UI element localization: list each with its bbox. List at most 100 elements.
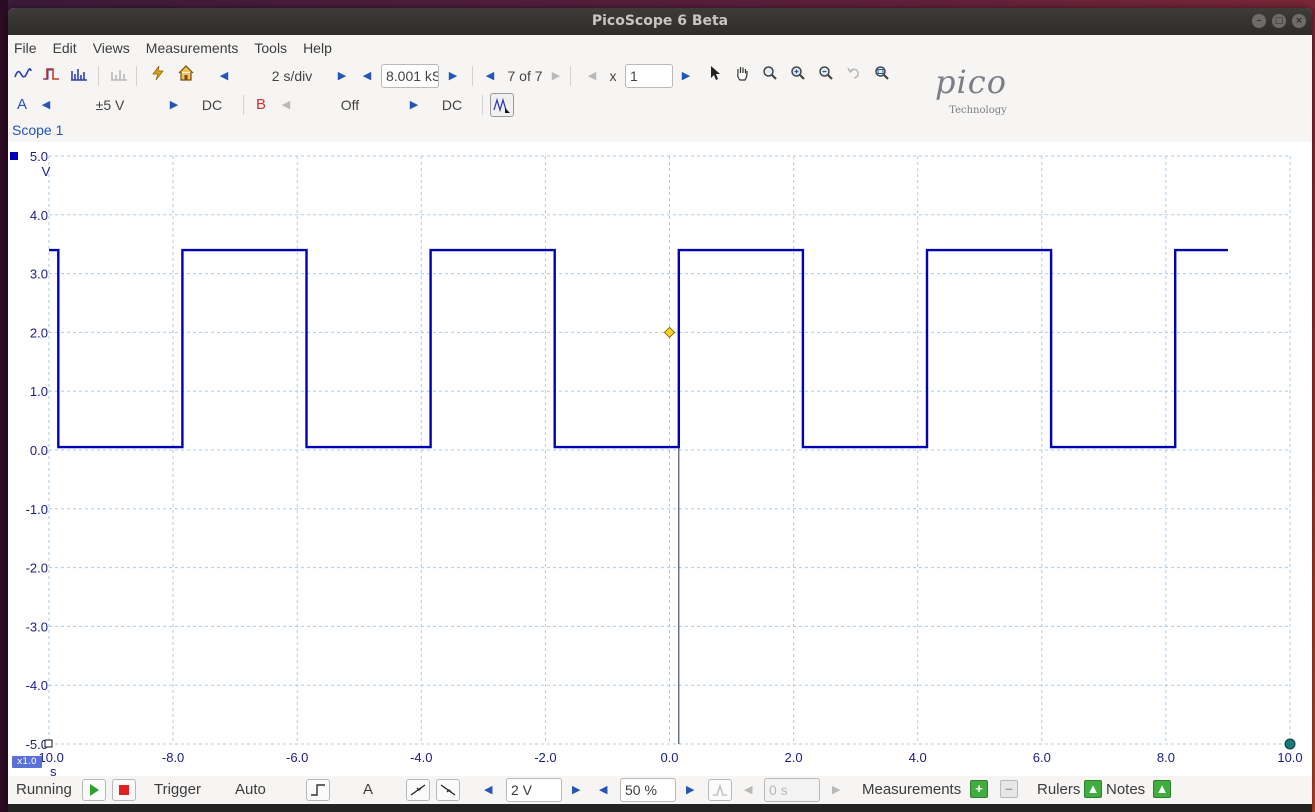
channel-a-axis-marker — [10, 152, 18, 160]
channel-a-range-decrease-icon[interactable]: ◀ — [38, 90, 54, 120]
close-icon[interactable]: × — [1292, 14, 1306, 28]
zoom-overview-icon[interactable] — [871, 61, 893, 91]
axis-zoom-badge[interactable]: x1.0 — [12, 756, 42, 768]
menu-tools[interactable]: Tools — [254, 40, 287, 56]
threshold-decrease-icon[interactable]: ◀ — [484, 776, 492, 804]
capture-index: 7 of 7 — [507, 68, 543, 84]
trigger-type-icon[interactable] — [306, 779, 330, 801]
background-editor-strip — [8, 804, 1312, 812]
timebase-select[interactable]: 2 s/div — [246, 61, 338, 91]
status-bar: Running Trigger Auto A ◀ 2 V ▶ ◀ 50 % ▶ … — [8, 776, 1312, 804]
add-measurement-icon[interactable]: + — [970, 780, 988, 798]
menu-help[interactable]: Help — [303, 40, 332, 56]
zoom-prev-icon[interactable]: ◀ — [584, 61, 600, 91]
zoom-next-icon[interactable]: ▶ — [678, 61, 694, 91]
channel-a-coupling-select[interactable]: DC — [195, 90, 229, 120]
menu-edit[interactable]: Edit — [53, 40, 77, 56]
channel-toolbar: A ◀ ±5 V ▶ DC B ◀ Off ▶ DC — [8, 90, 1312, 120]
window-controls: – □ × — [1252, 14, 1306, 28]
delay-increase-icon[interactable]: ▶ — [832, 776, 840, 804]
y-tick-label: -2.0 — [26, 561, 48, 576]
samples-increase-icon[interactable]: ▶ — [445, 61, 461, 91]
y-unit-label: V — [42, 164, 51, 179]
scope-mode-icon[interactable] — [12, 61, 34, 91]
pretrigger-decrease-icon[interactable]: ◀ — [599, 776, 607, 804]
home-icon[interactable] — [175, 61, 197, 91]
pretrigger-increase-icon[interactable]: ▶ — [686, 776, 694, 804]
notes-label: Notes — [1106, 781, 1146, 798]
falling-edge-icon[interactable] — [436, 779, 460, 801]
menu-measurements[interactable]: Measurements — [146, 40, 239, 56]
notes-toggle-icon[interactable]: ▲ — [1153, 780, 1171, 798]
run-state-label: Running — [16, 781, 72, 798]
pretrigger-input[interactable]: 50 % — [620, 778, 676, 802]
channel-b-range-increase-icon[interactable]: ▶ — [406, 90, 422, 120]
zoom-region-icon[interactable] — [759, 61, 781, 91]
y-tick-label: 1.0 — [30, 384, 48, 399]
y-tick-label: 5.0 — [30, 149, 48, 164]
capture-next-icon[interactable]: ▶ — [548, 61, 564, 91]
delay-decrease-icon[interactable]: ◀ — [744, 776, 752, 804]
persistence-mode-icon[interactable] — [40, 61, 62, 91]
pointer-tool-icon[interactable] — [704, 61, 726, 91]
trigger-mode-select[interactable]: Auto — [235, 776, 266, 804]
y-tick-label: 0.0 — [30, 443, 48, 458]
x-tick-label: -2.0 — [534, 750, 556, 765]
spectrum-mode-icon[interactable] — [68, 61, 90, 91]
menu-bar: File Edit Views Measurements Tools Help — [8, 35, 1312, 61]
x-tick-label: 2.0 — [785, 750, 803, 765]
picoscope-window: PicoScope 6 Beta – □ × File Edit Views M… — [8, 8, 1312, 812]
zoom-prefix: x — [609, 68, 617, 84]
hand-tool-icon[interactable] — [731, 61, 753, 91]
menu-views[interactable]: Views — [93, 40, 130, 56]
channel-b-range-select[interactable]: Off — [318, 90, 382, 120]
rising-edge-icon[interactable] — [406, 779, 430, 801]
y-tick-label: -1.0 — [26, 502, 48, 517]
waveform-chart[interactable]: -10.0 -8.0 -6.0 -4.0 -2.0 0.0 2.0 4.0 6.0 8.0 10.0… — [8, 142, 1312, 779]
channel-b-coupling-select[interactable]: DC — [435, 90, 469, 120]
auto-setup-icon[interactable] — [147, 61, 169, 91]
ruler-handle — [1284, 738, 1296, 750]
trigger-marker — [663, 326, 676, 339]
channel-b-range-decrease-icon[interactable]: ◀ — [278, 90, 294, 120]
axis-end-marker — [44, 739, 53, 748]
y-tick-label: 3.0 — [30, 267, 48, 282]
samples-decrease-icon[interactable]: ◀ — [359, 61, 375, 91]
timebase-increase-icon[interactable]: ▶ — [334, 61, 350, 91]
title-bar: PicoScope 6 Beta – □ × — [8, 8, 1312, 35]
trigger-channel-select[interactable]: A — [363, 776, 373, 804]
menu-file[interactable]: File — [14, 40, 37, 56]
window-title: PicoScope 6 Beta — [591, 13, 729, 29]
minimize-icon[interactable]: – — [1252, 14, 1266, 28]
remove-measurement-icon[interactable]: – — [1000, 780, 1018, 798]
timebase-decrease-icon[interactable]: ◀ — [216, 61, 232, 91]
zoom-input[interactable]: 1 — [625, 64, 673, 88]
x-tick-label: -8.0 — [162, 750, 184, 765]
y-tick-label: 4.0 — [30, 208, 48, 223]
samples-input[interactable]: 8.001 kS — [381, 64, 439, 88]
delay-input[interactable]: 0 s — [764, 778, 820, 802]
y-tick-label: -4.0 — [26, 678, 48, 693]
capture-prev-icon[interactable]: ◀ — [482, 61, 498, 91]
zoom-in-icon[interactable] — [787, 61, 809, 91]
channel-a-range-increase-icon[interactable]: ▶ — [166, 90, 182, 120]
threshold-input[interactable]: 2 V — [506, 778, 562, 802]
scope-plot-area[interactable]: -10.0 -8.0 -6.0 -4.0 -2.0 0.0 2.0 4.0 6.0 8.0 10.0… — [8, 142, 1312, 779]
post-trigger-delay-icon[interactable] — [708, 779, 732, 801]
channel-a-label: A — [16, 96, 27, 113]
maximize-icon[interactable]: □ — [1272, 14, 1286, 28]
capture-toolbar: ◀ 2 s/div ▶ ◀ 8.001 kS ▶ ◀ 7 of 7 ▶ ◀ x … — [8, 61, 1312, 91]
stop-button[interactable] — [112, 779, 136, 801]
x-tick-label: -4.0 — [410, 750, 432, 765]
threshold-increase-icon[interactable]: ▶ — [572, 776, 580, 804]
start-button[interactable] — [82, 779, 106, 801]
trace-a — [49, 248, 1228, 449]
channel-options-icon[interactable] — [490, 90, 516, 120]
undo-zoom-icon[interactable] — [843, 61, 865, 91]
x-tick-label: 0.0 — [660, 750, 678, 765]
y-tick-label: 2.0 — [30, 325, 48, 340]
zoom-out-icon[interactable] — [815, 61, 837, 91]
channel-a-range-select[interactable]: ±5 V — [78, 90, 142, 120]
rulers-toggle-icon[interactable]: ▲ — [1084, 780, 1102, 798]
math-channels-icon[interactable] — [108, 61, 130, 91]
